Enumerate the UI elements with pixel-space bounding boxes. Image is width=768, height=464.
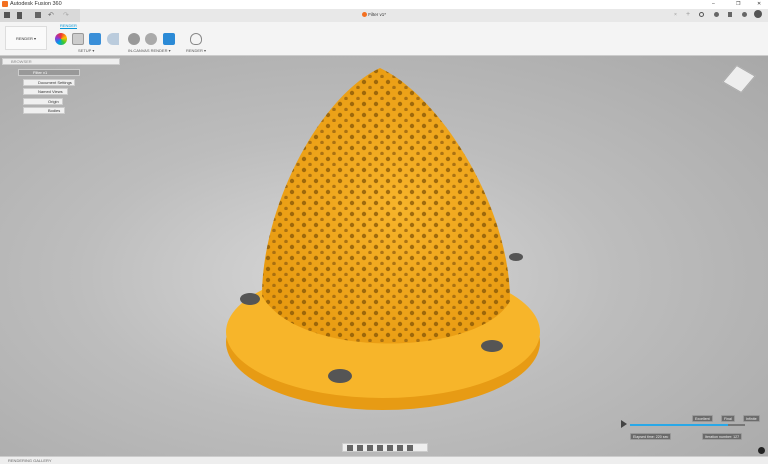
gallery-label: RENDERING GALLERY — [8, 458, 52, 463]
scene-settings-icon[interactable] — [72, 33, 84, 45]
maximize-button[interactable]: ❐ — [736, 1, 740, 7]
job-status-icon[interactable] — [699, 12, 704, 17]
ribbon: RENDER ▾ RENDER SETUP ▾ IN-CANVAS RENDER… — [0, 22, 768, 56]
save-icon[interactable] — [35, 12, 41, 18]
browser-item-named-views[interactable]: Named Views — [23, 88, 68, 95]
quality-final-button[interactable]: Final — [721, 415, 735, 422]
tab-render[interactable]: RENDER — [60, 23, 77, 29]
mount-hole — [509, 253, 523, 261]
fit-icon[interactable] — [387, 445, 393, 451]
orbit-icon[interactable] — [347, 445, 353, 451]
document-tab[interactable]: Filter v1* — [362, 12, 386, 18]
app-logo-icon — [2, 1, 8, 7]
render-teapot-icon[interactable] — [190, 33, 202, 45]
mount-hole — [328, 369, 352, 383]
capture-image-icon[interactable] — [163, 33, 175, 45]
close-button[interactable]: ✕ — [757, 1, 761, 7]
display-settings-icon[interactable] — [397, 445, 403, 451]
rendering-gallery-bar[interactable]: RENDERING GALLERY — [0, 447, 768, 464]
canvas-viewport[interactable]: BROWSER Filter v1 Document Settings Name… — [0, 56, 768, 456]
title-bar: Autodesk Fusion 360 – ❐ ✕ — [0, 0, 768, 9]
browser-panel: BROWSER Filter v1 Document Settings Name… — [2, 58, 122, 118]
texture-map-icon[interactable] — [89, 33, 101, 45]
avatar[interactable] — [754, 10, 762, 18]
help-icon[interactable] — [742, 12, 747, 17]
browser-root[interactable]: Filter v1 — [18, 69, 80, 76]
mount-hole — [240, 293, 260, 305]
extensions-icon[interactable] — [714, 12, 719, 17]
browser-item-bodies[interactable]: Bodies — [23, 107, 65, 114]
navigation-toolbar — [342, 443, 428, 452]
elapsed-time: Elapsed time: 220 sec — [630, 433, 672, 440]
render-controls: Excellent Final Infinite Elapsed time: 2… — [618, 414, 768, 456]
in-canvas-render-icon[interactable] — [128, 33, 140, 45]
mount-hole — [481, 340, 503, 352]
document-tabs: Filter v1* × + — [80, 9, 768, 22]
quick-access-toolbar: ↶ ↷ — [0, 9, 80, 22]
close-tab-icon[interactable]: × — [674, 12, 677, 18]
appearance-icon[interactable] — [55, 33, 67, 45]
in-canvas-render-group-label[interactable]: IN-CANVAS RENDER ▾ — [128, 48, 171, 53]
play-icon[interactable] — [621, 420, 627, 428]
window-title: Autodesk Fusion 360 — [10, 1, 62, 7]
browser-header[interactable]: BROWSER — [2, 58, 120, 65]
pan-icon[interactable] — [367, 445, 373, 451]
notifications-icon[interactable] — [728, 12, 732, 17]
new-tab-icon[interactable]: + — [686, 11, 690, 18]
grid-settings-icon[interactable] — [407, 445, 413, 451]
workspace-switcher[interactable]: RENDER ▾ — [5, 26, 47, 50]
minimize-button[interactable]: – — [712, 1, 715, 7]
undo-icon[interactable]: ↶ — [48, 11, 54, 19]
quality-infinite-button[interactable]: Infinite — [743, 415, 760, 422]
grid-menu-icon[interactable] — [4, 12, 10, 18]
setup-group-label[interactable]: SETUP ▾ — [78, 48, 94, 53]
gallery-toggle-icon[interactable] — [758, 447, 765, 454]
file-icon[interactable] — [17, 12, 22, 19]
quality-excellent-button[interactable]: Excellent — [692, 415, 713, 422]
decal-icon[interactable] — [107, 33, 119, 45]
iteration-number: Iteration number: 127 — [702, 433, 743, 440]
render-progress-bar — [630, 424, 745, 426]
zoom-icon[interactable] — [377, 445, 383, 451]
browser-item-document-settings[interactable]: Document Settings — [23, 79, 75, 86]
browser-item-origin[interactable]: Origin — [23, 98, 63, 105]
document-icon — [362, 12, 367, 18]
look-at-icon[interactable] — [357, 445, 363, 451]
in-canvas-settings-icon[interactable] — [145, 33, 157, 45]
render-group-label[interactable]: RENDER ▾ — [186, 48, 206, 53]
redo-icon[interactable]: ↷ — [63, 11, 69, 19]
